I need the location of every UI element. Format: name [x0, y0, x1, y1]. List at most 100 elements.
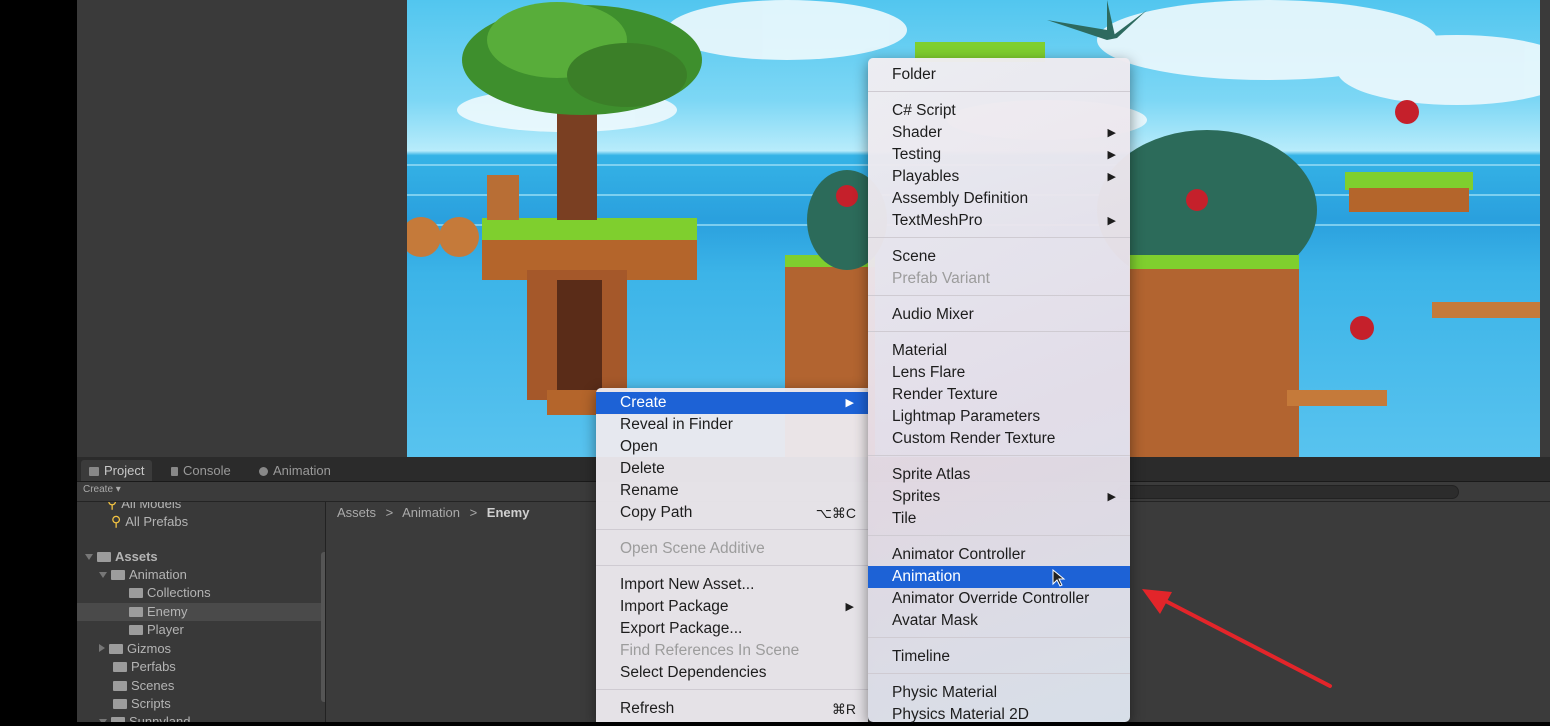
menu-item-copy-path[interactable]: Copy Path ⌥⌘C [596, 502, 868, 524]
tree-item-player[interactable]: Player [129, 621, 184, 639]
breadcrumb-enemy[interactable]: Enemy [487, 505, 530, 520]
menu-label: Animator Override Controller [892, 590, 1090, 607]
menu-label: Physics Material 2D [892, 706, 1029, 723]
tree-item-perfabs[interactable]: Perfabs [113, 658, 176, 676]
menu-item-scene[interactable]: Scene [868, 246, 1130, 268]
submenu-arrow-icon: ▶ [1107, 171, 1116, 183]
menu-item-delete[interactable]: Delete [596, 458, 868, 480]
menu-label: Select Dependencies [620, 664, 767, 681]
menu-label: Copy Path [620, 504, 693, 521]
create-dropdown[interactable]: Create ▾ [83, 484, 121, 495]
annotation-arrow-icon [1142, 589, 1332, 688]
menu-separator [868, 237, 1130, 238]
menu-label: Export Package... [620, 620, 743, 637]
menu-item-reveal-in-finder[interactable]: Reveal in Finder [596, 414, 868, 436]
menu-item-animator-controller[interactable]: Animator Controller [868, 544, 1130, 566]
breadcrumb-separator: > [385, 505, 394, 520]
submenu-arrow-icon: ▶ [1107, 215, 1116, 227]
breadcrumb-animation[interactable]: Animation [402, 505, 460, 520]
menu-item-avatar-mask[interactable]: Avatar Mask [868, 610, 1130, 632]
tree-item-collections[interactable]: Collections [129, 584, 211, 602]
menu-label: Material [892, 342, 948, 359]
menu-label: TextMeshPro [892, 212, 983, 229]
menu-item-assembly-definition[interactable]: Assembly Definition [868, 188, 1130, 210]
menu-label: Import New Asset... [620, 576, 755, 593]
menu-item-import-new-asset[interactable]: Import New Asset... [596, 574, 868, 596]
menu-item-export-package[interactable]: Export Package... [596, 618, 868, 640]
menu-item-textmeshpro[interactable]: TextMeshPro ▶ [868, 210, 1130, 232]
menu-item-custom-render-texture[interactable]: Custom Render Texture [868, 428, 1130, 450]
menu-separator [868, 455, 1130, 456]
submenu-arrow-icon: ▶ [1107, 491, 1116, 503]
menu-item-testing[interactable]: Testing ▶ [868, 144, 1130, 166]
folder-icon [89, 467, 99, 477]
menu-item-refresh[interactable]: Refresh ⌘R [596, 698, 868, 720]
menu-label: Tile [892, 510, 917, 527]
menu-item-rename[interactable]: Rename [596, 480, 868, 502]
menu-item-import-package[interactable]: Import Package ▶ [596, 596, 868, 618]
tree-item-scripts[interactable]: Scripts [113, 695, 171, 713]
tab-animation[interactable]: Animation [251, 460, 339, 481]
menu-item-create[interactable]: Create ▶ [596, 392, 868, 414]
menu-separator [868, 535, 1130, 536]
favorite-all-prefabs[interactable]: ⚲ All Prefabs [111, 512, 188, 530]
tree-label: Scenes [131, 678, 175, 693]
folder-icon [129, 625, 143, 635]
menu-item-lens-flare[interactable]: Lens Flare [868, 362, 1130, 384]
menu-label: Refresh [620, 700, 675, 717]
menu-label: Timeline [892, 648, 950, 665]
menu-label: Open Scene Additive [620, 540, 765, 557]
menu-item-animator-override-controller[interactable]: Animator Override Controller [868, 588, 1130, 610]
menu-separator [868, 331, 1130, 332]
tree-label: Player [147, 622, 184, 637]
folder-icon [129, 607, 143, 617]
tree-item-sunnyland[interactable]: Sunnyland [99, 713, 190, 722]
menu-item-physics-material-2d[interactable]: Physics Material 2D [868, 704, 1130, 726]
menu-item-tile[interactable]: Tile [868, 508, 1130, 530]
breadcrumb-separator: > [469, 505, 478, 520]
menu-label: Avatar Mask [892, 612, 978, 629]
folder-icon [113, 699, 127, 709]
breadcrumb-assets[interactable]: Assets [337, 505, 376, 520]
tree-scrollbar[interactable] [321, 552, 325, 702]
breadcrumb: Assets > Animation > Enemy [337, 505, 529, 520]
expand-arrow-icon [99, 572, 107, 578]
menu-item-sprite-atlas[interactable]: Sprite Atlas [868, 464, 1130, 486]
menu-label: Physic Material [892, 684, 998, 701]
tree-item-assets[interactable]: Assets [85, 548, 158, 566]
favorite-all-models[interactable]: ⚲ All Models [107, 502, 181, 512]
folder-icon [111, 717, 125, 722]
tree-label: Animation [129, 567, 187, 582]
tab-project[interactable]: Project [81, 460, 153, 481]
tree-label: Gizmos [127, 641, 172, 656]
menu-item-render-texture[interactable]: Render Texture [868, 384, 1130, 406]
tree-item-gizmos[interactable]: Gizmos [99, 640, 171, 658]
menu-item-open-scene-additive: Open Scene Additive [596, 538, 868, 560]
menu-item-audio-mixer[interactable]: Audio Mixer [868, 304, 1130, 326]
tree-item-enemy[interactable]: Enemy [77, 603, 321, 621]
menu-item-animation[interactable]: Animation [868, 566, 1130, 588]
tree-item-animation[interactable]: Animation [99, 566, 187, 584]
menu-label: Create [620, 394, 667, 411]
menu-item-csharp-script[interactable]: C# Script [868, 100, 1130, 122]
menu-item-folder[interactable]: Folder [868, 64, 1130, 86]
tree-item-scenes[interactable]: Scenes [113, 677, 174, 695]
menu-item-sprites[interactable]: Sprites ▶ [868, 486, 1130, 508]
menu-item-lightmap-parameters[interactable]: Lightmap Parameters [868, 406, 1130, 428]
menu-label: Sprite Atlas [892, 466, 971, 483]
collapse-arrow-icon [99, 644, 105, 652]
submenu-arrow-icon: ▶ [845, 397, 854, 409]
tab-console[interactable]: Console [163, 460, 239, 481]
menu-label: Testing [892, 146, 942, 163]
menu-item-material[interactable]: Material [868, 340, 1130, 362]
menu-item-select-dependencies[interactable]: Select Dependencies [596, 662, 868, 684]
menu-item-open[interactable]: Open [596, 436, 868, 458]
menu-item-physic-material[interactable]: Physic Material [868, 682, 1130, 704]
menu-item-playables[interactable]: Playables ▶ [868, 166, 1130, 188]
menu-item-shader[interactable]: Shader ▶ [868, 122, 1130, 144]
menu-item-prefab-variant: Prefab Variant [868, 268, 1130, 290]
submenu-arrow-icon: ▶ [845, 601, 854, 613]
menu-item-timeline[interactable]: Timeline [868, 646, 1130, 668]
menu-label: Animation [892, 568, 961, 585]
search-input[interactable] [1117, 485, 1459, 499]
